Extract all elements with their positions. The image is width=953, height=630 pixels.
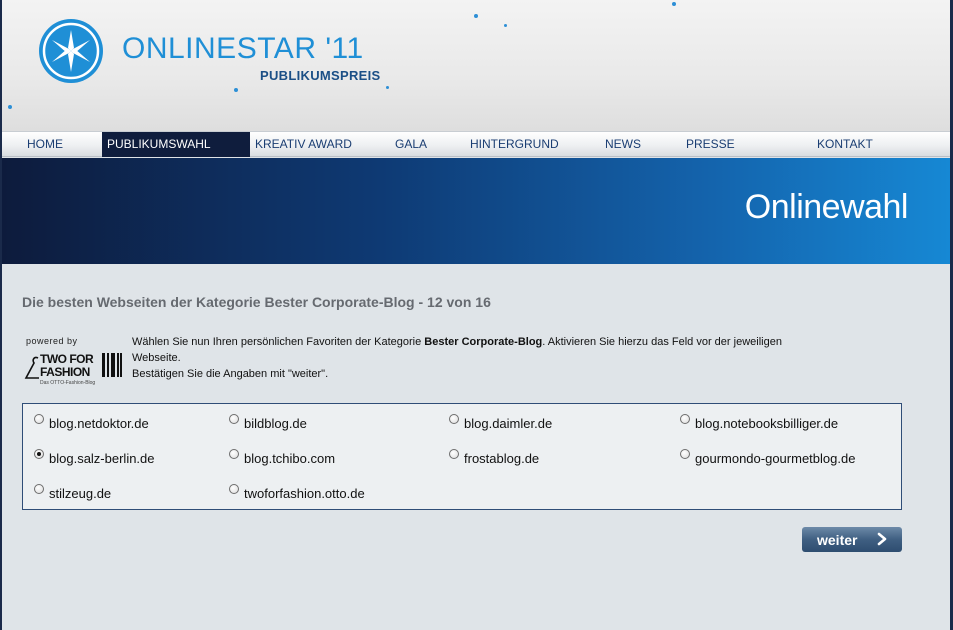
choice-label: blog.netdoktor.de (49, 415, 149, 431)
choice-blog-tchibo[interactable]: blog.tchibo.com (229, 449, 335, 467)
nav-item-publikumswahl[interactable]: PUBLIKUMSWAHL (102, 132, 250, 157)
logo-wordmark-line-2: FASHION (40, 365, 90, 379)
choice-label: twoforfashion.otto.de (244, 485, 365, 501)
radio-button[interactable] (449, 449, 459, 459)
page-frame: ONLINESTAR '11 PUBLIKUMSPREIS HOME PUBLI… (0, 0, 953, 630)
choice-blog-notebooksbilliger[interactable]: blog.notebooksbilliger.de (680, 414, 838, 432)
choice-label: bildblog.de (244, 415, 307, 431)
barcode-icon (102, 353, 122, 377)
radio-button[interactable] (34, 414, 44, 424)
radio-button[interactable] (449, 414, 459, 424)
page-title: Onlinewahl (744, 188, 909, 226)
choice-gourmondo-gourmetblog[interactable]: gourmondo-gourmetblog.de (680, 449, 855, 467)
brand-name: ONLINESTAR '11 (122, 32, 364, 65)
radio-button[interactable] (229, 449, 239, 459)
powered-by-label: powered by (26, 336, 78, 346)
weiter-button-label: weiter (817, 531, 858, 548)
weiter-button[interactable]: weiter (802, 527, 902, 552)
choice-label: blog.notebooksbilliger.de (695, 415, 839, 431)
radio-button[interactable] (229, 484, 239, 494)
nav-item-presse[interactable]: PRESSE (686, 132, 735, 157)
decor-dot (474, 14, 478, 18)
choice-twoforfashion[interactable]: twoforfashion.otto.de (229, 484, 365, 502)
site-header: ONLINESTAR '11 PUBLIKUMSPREIS (2, 0, 950, 131)
instructions-part-1: Wählen Sie nun Ihren persönlichen Favori… (132, 336, 425, 348)
decor-dot (504, 24, 507, 27)
choice-blog-netdoktor[interactable]: blog.netdoktor.de (34, 414, 149, 432)
instructions-text: Wählen Sie nun Ihren persönlichen Favori… (132, 334, 812, 382)
main-nav: HOME PUBLIKUMSWAHL KREATIV AWARD GALA HI… (2, 131, 950, 157)
chevron-right-icon (877, 532, 887, 546)
choice-blog-salz-berlin[interactable]: blog.salz-berlin.de (34, 449, 155, 467)
choice-frostablog[interactable]: frostablog.de (449, 449, 539, 467)
choices-box: blog.netdoktor.de bildblog.de blog.daiml… (22, 403, 902, 510)
star-logo-icon[interactable] (38, 18, 104, 84)
radio-button-selected[interactable] (34, 449, 44, 459)
choice-label: gourmondo-gourmetblog.de (695, 450, 856, 466)
nav-item-hintergrund[interactable]: HINTERGRUND (470, 132, 559, 157)
decor-dot (234, 88, 238, 92)
nav-item-news[interactable]: NEWS (605, 132, 641, 157)
choice-stilzeug[interactable]: stilzeug.de (34, 484, 111, 502)
twoforfashion-logo[interactable]: TWO FOR FASHION Das OTTO-Fashion-Blog (24, 352, 122, 386)
category-heading: Die besten Webseiten der Kategorie Beste… (22, 294, 491, 310)
logo-tagline: Das OTTO-Fashion-Blog (40, 380, 96, 386)
main-content: Die besten Webseiten der Kategorie Beste… (2, 264, 950, 630)
nav-item-kontakt[interactable]: KONTAKT (817, 132, 873, 157)
choice-label: blog.tchibo.com (244, 450, 336, 466)
decor-dot (672, 2, 676, 6)
instructions-line-2: Bestätigen Sie die Angaben mit "weiter". (132, 368, 329, 380)
radio-button[interactable] (680, 449, 690, 459)
instructions-category: Bester Corporate-Blog (424, 336, 543, 348)
nav-item-home[interactable]: HOME (27, 132, 63, 157)
radio-button[interactable] (34, 484, 44, 494)
choice-blog-daimler[interactable]: blog.daimler.de (449, 414, 552, 432)
brand-subtitle: PUBLIKUMSPREIS (260, 68, 381, 83)
choice-label: frostablog.de (464, 450, 540, 466)
hanger-icon (24, 356, 39, 379)
radio-button[interactable] (229, 414, 239, 424)
nav-item-gala[interactable]: GALA (395, 132, 427, 157)
decor-dot (8, 105, 12, 109)
decor-dot (386, 86, 389, 89)
sponsor-block: powered by TWO FOR FASHION Das OTTO-Fash… (24, 336, 124, 386)
radio-button[interactable] (680, 414, 690, 424)
page-banner: Onlinewahl (2, 158, 950, 264)
logo-wordmark: TWO FOR FASHION (40, 353, 94, 379)
choice-bildblog[interactable]: bildblog.de (229, 414, 307, 432)
nav-item-kreativ-award[interactable]: KREATIV AWARD (255, 132, 352, 157)
choice-label: blog.daimler.de (464, 415, 553, 431)
choice-label: stilzeug.de (49, 485, 112, 501)
choice-label: blog.salz-berlin.de (49, 450, 155, 466)
